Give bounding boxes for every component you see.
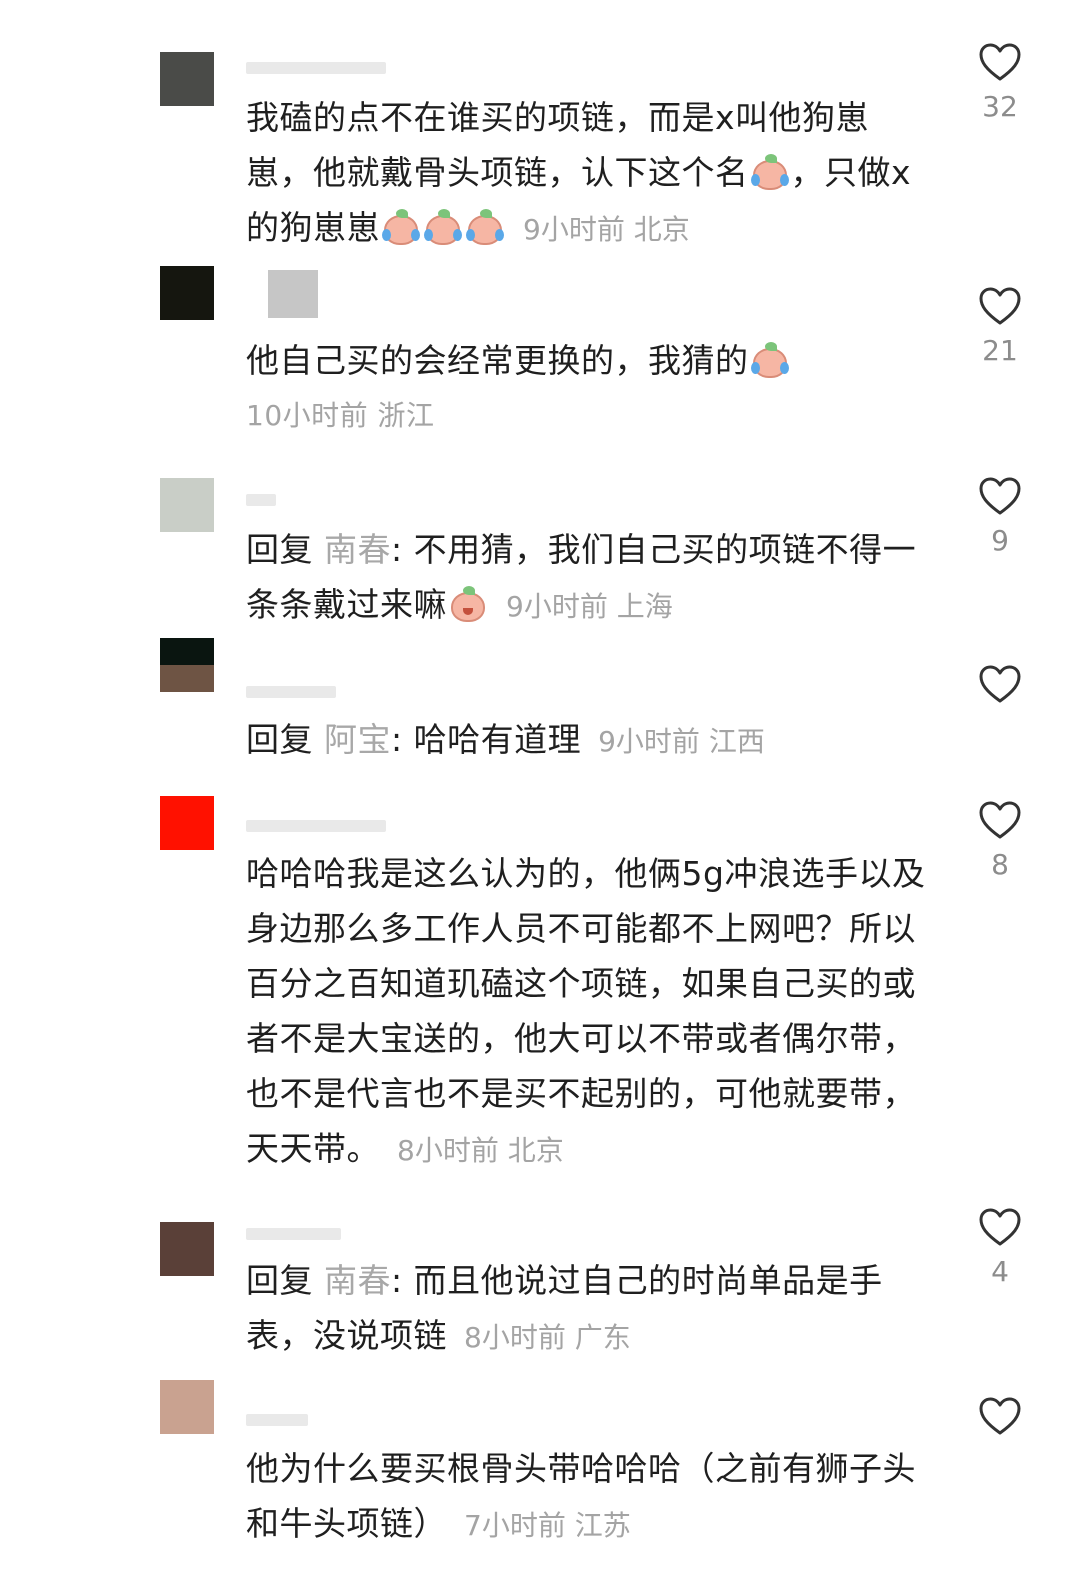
avatar-top <box>160 52 214 79</box>
avatar[interactable] <box>160 52 214 106</box>
avatar[interactable] <box>160 796 214 850</box>
comment-text: 他为什么要买根骨头带哈哈哈（之前有狮子头和牛头项链） 7小时前 江苏 <box>246 1441 926 1553</box>
reply-to-username[interactable]: 阿宝 <box>324 720 391 759</box>
like-count: 4 <box>991 1255 1009 1288</box>
avatar-top <box>160 478 214 505</box>
comment-text-segment: 哈哈哈我是这么认为的，他俩5g冲浪选手以及身边那么多工作人员不可能都不上网吧？所… <box>246 854 926 1168</box>
username-blurred[interactable] <box>246 1414 308 1426</box>
comment-meta: 10小时前 浙江 <box>246 399 435 432</box>
comment-text-segment: : 哈哈有道理 <box>391 720 582 759</box>
like-button[interactable]: 8 <box>970 800 1030 881</box>
avatar-bottom <box>160 505 214 532</box>
like-button[interactable] <box>970 664 1030 704</box>
reply-to-username[interactable]: 南春 <box>324 1261 391 1300</box>
heart-icon <box>979 287 1021 325</box>
heart-icon <box>979 801 1021 839</box>
heart-icon <box>979 1208 1021 1246</box>
comment-text: 回复 南春: 不用猜，我们自己买的项链不得一条条戴过来嘛 9小时前 上海 <box>246 522 926 634</box>
like-button[interactable]: 21 <box>970 286 1030 367</box>
username-blurred[interactable] <box>246 62 386 74</box>
username-blurred[interactable] <box>246 494 276 506</box>
comment-meta: 8小时前 北京 <box>397 1134 564 1167</box>
reply-prefix: 回复 <box>246 1261 324 1300</box>
avatar-bottom <box>160 1407 214 1434</box>
avatar-top <box>160 1380 214 1407</box>
username-blurred[interactable] <box>246 820 386 832</box>
heart-icon <box>979 665 1021 703</box>
comment-text: 回复 南春: 而且他说过自己的时尚单品是手表，没说项链 8小时前 广东 <box>246 1253 926 1365</box>
crying-emoji-icon <box>466 209 504 245</box>
avatar-bottom <box>160 665 214 692</box>
avatar-bottom <box>160 293 214 320</box>
like-button[interactable]: 9 <box>970 476 1030 557</box>
shy-emoji-icon <box>449 586 487 622</box>
crying-emoji-icon <box>424 209 462 245</box>
avatar[interactable] <box>160 638 214 692</box>
avatar[interactable] <box>160 266 214 320</box>
like-button[interactable]: 4 <box>970 1207 1030 1288</box>
like-button[interactable] <box>970 1396 1030 1436</box>
avatar[interactable] <box>160 478 214 532</box>
like-button[interactable]: 32 <box>970 42 1030 123</box>
avatar[interactable] <box>160 1380 214 1434</box>
avatar-bottom <box>160 823 214 850</box>
reply-prefix: 回复 <box>246 720 324 759</box>
comment-meta: 9小时前 江西 <box>598 725 765 758</box>
avatar-top <box>160 1222 214 1249</box>
comment-text: 他自己买的会经常更换的，我猜的 10小时前 浙江 <box>246 333 926 443</box>
reply-prefix: 回复 <box>246 530 324 569</box>
comment-meta: 7小时前 江苏 <box>464 1509 631 1542</box>
like-count: 32 <box>982 90 1018 123</box>
comment-meta: 9小时前 北京 <box>523 213 690 246</box>
comment-text: 哈哈哈我是这么认为的，他俩5g冲浪选手以及身边那么多工作人员不可能都不上网吧？所… <box>246 846 926 1178</box>
avatar-top <box>160 638 214 665</box>
crying-emoji-icon <box>750 154 789 190</box>
reply-to-username[interactable]: 南春 <box>324 530 391 569</box>
like-count: 8 <box>991 848 1009 881</box>
crying-emoji-icon <box>750 342 789 378</box>
heart-icon <box>979 43 1021 81</box>
avatar-bottom <box>160 79 214 106</box>
like-count: 9 <box>991 524 1009 557</box>
crying-emoji-icon <box>382 209 420 245</box>
comment-text: 回复 阿宝: 哈哈有道理 9小时前 江西 <box>246 712 926 769</box>
heart-icon <box>979 477 1021 515</box>
avatar-top <box>160 266 214 293</box>
comment-meta: 9小时前 上海 <box>506 590 673 623</box>
avatar-top <box>160 796 214 823</box>
username-blurred[interactable] <box>268 270 318 318</box>
heart-icon <box>979 1397 1021 1435</box>
username-blurred[interactable] <box>246 686 336 698</box>
username-blurred[interactable] <box>246 1228 341 1240</box>
comment-text-segment: 他自己买的会经常更换的，我猜的 <box>246 341 749 380</box>
comment-text: 我磕的点不在谁买的项链，而是x叫他狗崽崽，他就戴骨头项链，认下这个名 ，只做x的狗… <box>246 90 926 257</box>
like-count: 21 <box>982 334 1018 367</box>
avatar-bottom <box>160 1249 214 1276</box>
comment-meta: 8小时前 广东 <box>464 1321 631 1354</box>
avatar[interactable] <box>160 1222 214 1276</box>
